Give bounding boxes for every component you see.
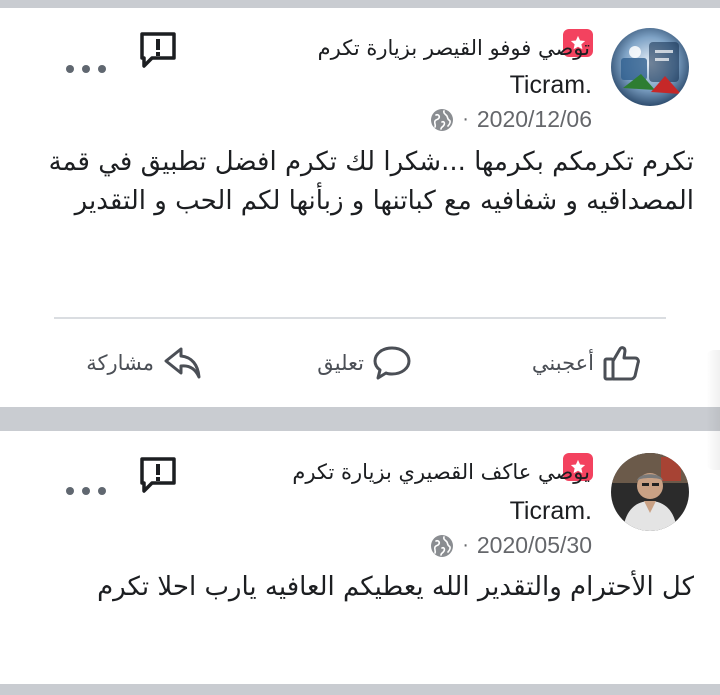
post-separator: [0, 407, 720, 431]
report-icon: [140, 457, 176, 493]
more-options-icon[interactable]: [66, 62, 106, 76]
comment-icon: [373, 346, 411, 380]
comment-label: تعليق: [317, 351, 364, 375]
more-dot: [66, 65, 74, 73]
like-button[interactable]: أعجبني: [532, 341, 642, 385]
share-label: مشاركة: [86, 351, 154, 375]
report-button[interactable]: [138, 30, 178, 70]
report-icon: [140, 32, 176, 68]
business-name[interactable]: Ticram.: [510, 71, 592, 100]
post-meta: 2020/12/06 ·: [430, 106, 592, 133]
feed-top-separator: [0, 0, 720, 8]
feed-bottom-separator: [0, 684, 720, 695]
post-date[interactable]: 2020/12/06: [477, 106, 592, 133]
post-meta: 2020/05/30 ·: [430, 532, 592, 559]
more-options-icon[interactable]: [66, 484, 106, 498]
meta-separator: ·: [462, 108, 469, 130]
action-bar-divider: [54, 317, 666, 319]
review-post-2: يوصي عاكف القصيري بزيارة تكرم Ticram. 20…: [0, 431, 720, 684]
avatar[interactable]: [611, 28, 689, 106]
avatar-image: [611, 28, 689, 106]
post-body: تكرم تكرمكم بكرمها ...شكرا لك تكرم افضل …: [48, 147, 694, 216]
share-icon: [164, 347, 201, 379]
meta-separator: ·: [462, 534, 469, 556]
avatar[interactable]: [611, 453, 689, 531]
scrollbar-edge[interactable]: [706, 350, 720, 470]
share-button[interactable]: مشاركة: [86, 341, 202, 385]
more-dot: [82, 65, 90, 73]
post-date[interactable]: 2020/05/30: [477, 532, 592, 559]
recommender-text[interactable]: يوصي عاكف القصيري بزيارة تكرم: [292, 460, 590, 484]
globe-icon: [431, 108, 454, 131]
like-label: أعجبني: [531, 351, 594, 375]
report-button[interactable]: [138, 455, 178, 495]
more-dot: [82, 487, 90, 495]
globe-icon: [431, 534, 454, 557]
more-dot: [66, 487, 74, 495]
more-dot: [98, 65, 106, 73]
more-dot: [98, 487, 106, 495]
review-post-1: توصي فوفو القيصر بزيارة تكرم Ticram. 202…: [0, 8, 720, 407]
comment-button[interactable]: تعليق: [317, 341, 412, 385]
post-body: كل الأحترام والتقدير الله يعطيكم العافيه…: [97, 572, 694, 602]
avatar-image: [611, 453, 689, 531]
recommender-text[interactable]: توصي فوفو القيصر بزيارة تكرم: [318, 36, 590, 60]
like-icon: [603, 346, 640, 381]
business-name[interactable]: Ticram.: [510, 497, 592, 526]
